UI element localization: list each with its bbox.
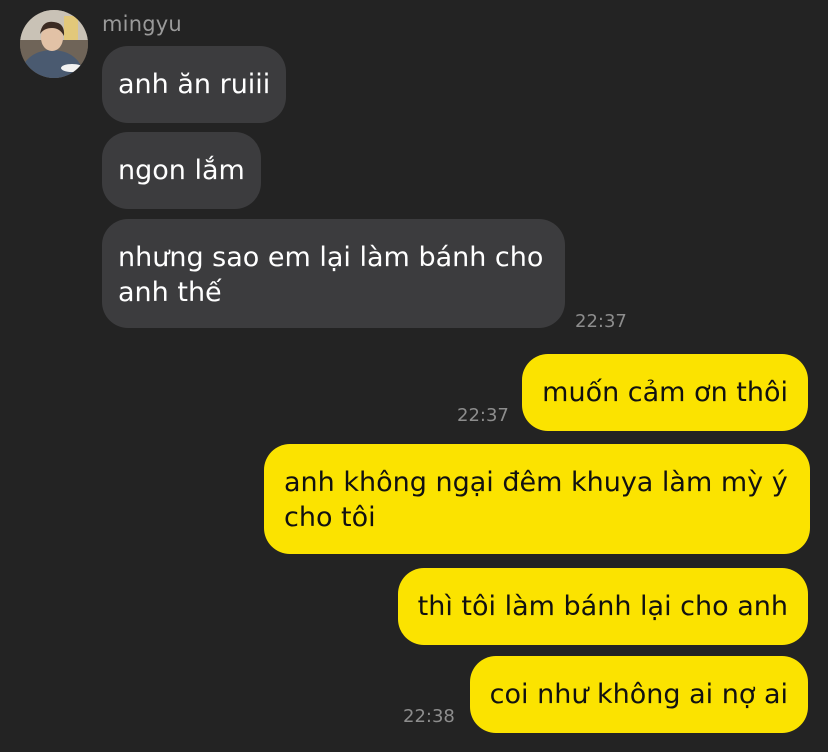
- avatar[interactable]: [20, 10, 88, 78]
- message-timestamp: 22:37: [575, 311, 627, 332]
- message-bubble-outgoing[interactable]: coi như không ai nợ ai: [469, 656, 808, 733]
- sender-name: mingyu: [102, 12, 182, 36]
- message-bubble-incoming[interactable]: ngon lắm: [102, 132, 261, 209]
- message-timestamp: 22:38: [403, 706, 455, 727]
- message-bubble-outgoing[interactable]: anh không ngại đêm khuya làm mỳ ý cho tô…: [264, 444, 810, 554]
- message-timestamp: 22:37: [457, 405, 509, 426]
- avatar-photo-icon: [20, 10, 88, 78]
- message-bubble-incoming[interactable]: anh ăn ruiii: [102, 46, 287, 123]
- message-bubble-incoming[interactable]: nhưng sao em lại làm bánh cho anh thế: [102, 219, 565, 328]
- message-bubble-outgoing[interactable]: muốn cảm ơn thôi: [522, 354, 808, 431]
- message-bubble-outgoing[interactable]: thì tôi làm bánh lại cho anh: [397, 568, 808, 645]
